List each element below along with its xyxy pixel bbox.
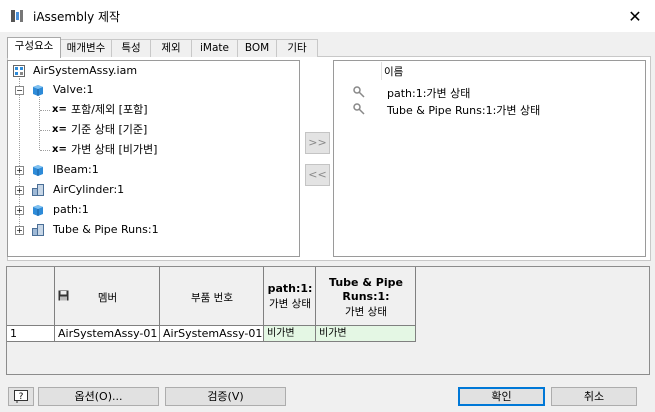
member-column-header[interactable]: 멤버: [55, 267, 160, 326]
tree-root[interactable]: AirSystemAssy.iam: [13, 63, 293, 79]
key-icon: [353, 86, 365, 98]
tree-item-label: path:1: [53, 203, 89, 216]
row-index[interactable]: 1: [7, 326, 55, 342]
tree-item-aircylinder[interactable]: + AirCylinder:1: [15, 182, 295, 198]
part-number-column-header[interactable]: 부품 번호: [160, 267, 264, 326]
add-button[interactable]: >>: [305, 132, 330, 154]
member-cell[interactable]: AirSystemAssy-01: [55, 326, 160, 342]
part-cube-icon: [33, 205, 43, 216]
tree-item-label: 포함/제외 [포함]: [71, 103, 148, 116]
part-cube-icon: [33, 165, 43, 176]
tree-item-label: 가변 상태 [비가변]: [71, 143, 158, 156]
tab-parameters[interactable]: 매개변수: [60, 39, 112, 57]
header-label: Tube & Pipe: [329, 276, 403, 289]
ok-button[interactable]: 확인: [458, 387, 545, 406]
verify-button[interactable]: 검증(V): [165, 387, 286, 406]
tree-root-label: AirSystemAssy.iam: [33, 64, 138, 77]
tree-item-flex-state[interactable]: x= 가변 상태 [비가변]: [52, 142, 292, 158]
assembly-cube-icon: [32, 224, 44, 236]
help-button[interactable]: ?: [8, 387, 34, 406]
header-label: 가변 상태: [269, 298, 311, 310]
tab-exclude[interactable]: 제외: [150, 39, 192, 57]
selected-list[interactable]: [333, 60, 646, 257]
header-label: 부품 번호: [191, 292, 233, 304]
expand-icon[interactable]: +: [15, 166, 24, 175]
tree-connector: [40, 150, 50, 151]
svg-text:?: ?: [19, 392, 24, 402]
expand-icon[interactable]: +: [15, 226, 24, 235]
assembly-icon: [13, 65, 25, 77]
tree-item-label: IBeam:1: [53, 163, 99, 176]
path-state-column-header[interactable]: path:1: 가변 상태: [264, 267, 316, 326]
close-icon: ✕: [628, 6, 642, 26]
tree-connector: [39, 97, 40, 150]
column-divider: [381, 62, 382, 80]
x-equals-icon: x=: [52, 104, 67, 115]
expand-icon[interactable]: +: [15, 206, 24, 215]
tree-item-label: AirCylinder:1: [53, 183, 125, 196]
iassembly-icon: [11, 10, 23, 22]
window-title: iAssembly 제작: [33, 10, 121, 24]
tree-item-ibeam[interactable]: + IBeam:1: [15, 162, 295, 178]
tree-item-include-exclude[interactable]: x= 포함/제외 [포함]: [52, 102, 292, 118]
help-icon: ?: [14, 390, 28, 403]
corner-header: [7, 267, 55, 326]
tab-bom[interactable]: BOM: [237, 39, 277, 57]
tab-imate[interactable]: iMate: [191, 39, 238, 57]
header-label: 가변 상태: [345, 306, 387, 318]
close-button[interactable]: ✕: [615, 0, 655, 32]
path-state-cell[interactable]: 비가변: [264, 326, 316, 342]
tree-item-tube-pipe[interactable]: + Tube & Pipe Runs:1: [15, 222, 295, 238]
list-item[interactable]: Tube & Pipe Runs:1:가변 상태: [387, 102, 540, 118]
tree-item-label: Valve:1: [53, 83, 94, 96]
tab-properties[interactable]: 특성: [111, 39, 151, 57]
list-item[interactable]: path:1:가변 상태: [387, 85, 470, 101]
expand-icon[interactable]: +: [15, 186, 24, 195]
tree-item-path[interactable]: + path:1: [15, 202, 295, 218]
x-equals-icon: x=: [52, 124, 67, 135]
header-label: path:1:: [267, 282, 313, 295]
remove-button[interactable]: <<: [305, 164, 330, 186]
tree-item-base-state[interactable]: x= 기준 상태 [기준]: [52, 122, 292, 138]
tree-connector: [40, 130, 50, 131]
assembly-cube-icon: [32, 184, 44, 196]
tree-connector: [40, 110, 50, 111]
tab-other[interactable]: 기타: [276, 39, 318, 57]
title-bar: iAssembly 제작 ✕: [0, 0, 655, 32]
options-button[interactable]: 옵션(O)...: [38, 387, 159, 406]
tab-components[interactable]: 구성요소: [7, 37, 61, 58]
tube-pipe-state-column-header[interactable]: Tube & Pipe Runs:1: 가변 상태: [316, 267, 416, 326]
tube-pipe-state-cell[interactable]: 비가변: [316, 326, 416, 342]
name-column-header[interactable]: 이름: [384, 64, 403, 79]
cancel-button[interactable]: 취소: [551, 387, 637, 406]
x-equals-icon: x=: [52, 144, 67, 155]
header-label: Runs:1:: [342, 290, 390, 303]
part-number-cell[interactable]: AirSystemAssy-01: [160, 326, 264, 342]
key-icon: [353, 103, 365, 115]
collapse-icon[interactable]: −: [15, 86, 24, 95]
tree-item-label: 기준 상태 [기준]: [71, 123, 148, 136]
part-cube-icon: [33, 85, 43, 96]
tree-item-valve[interactable]: − Valve:1: [15, 82, 295, 98]
tree-item-label: Tube & Pipe Runs:1: [53, 223, 159, 236]
header-label: 멤버: [97, 292, 118, 304]
